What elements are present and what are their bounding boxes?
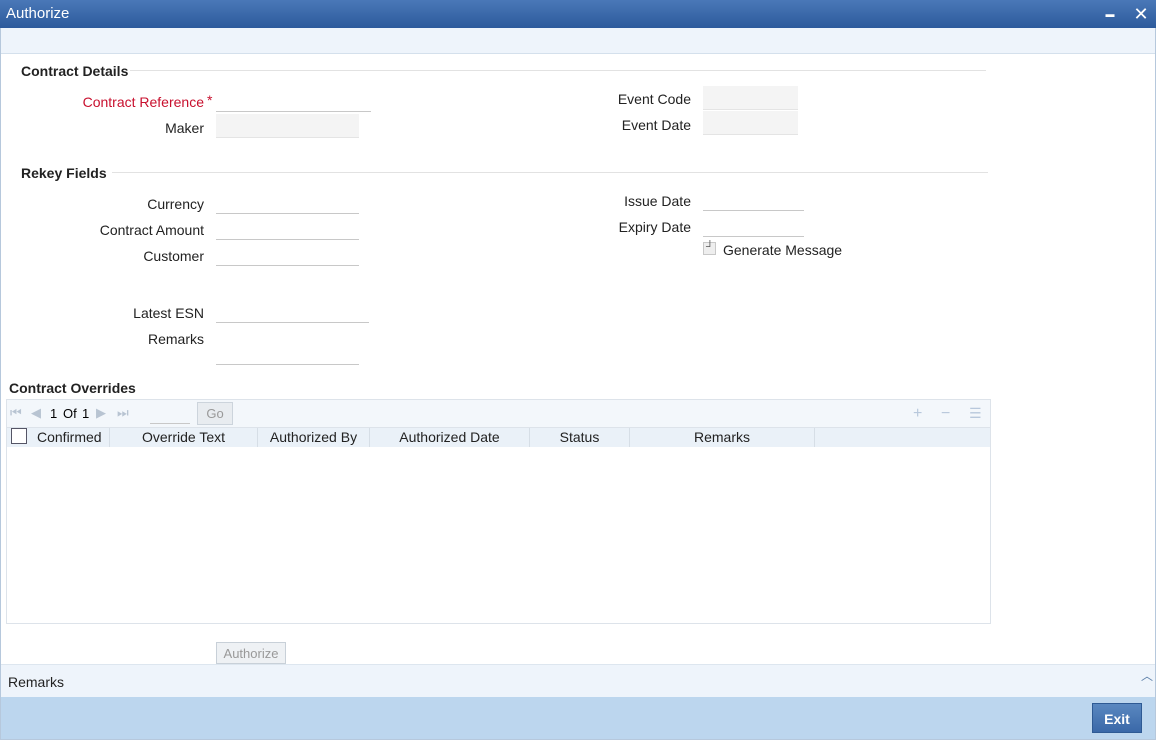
rekey-fields-title: Rekey Fields — [21, 165, 107, 181]
column-header-override-text[interactable]: Override Text — [110, 428, 258, 447]
exit-button[interactable]: Exit — [1092, 703, 1142, 733]
close-button[interactable]: ✕ — [1131, 4, 1151, 24]
customer-label: Customer — [143, 248, 204, 264]
next-page-icon[interactable]: ▶ — [96, 405, 106, 421]
section-divider — [112, 172, 988, 173]
remarks-bar-label[interactable]: Remarks — [8, 674, 64, 690]
column-header-confirmed[interactable]: Confirmed — [30, 428, 110, 447]
contract-amount-input[interactable] — [216, 216, 359, 240]
section-divider — [130, 70, 986, 71]
contract-reference-label: Contract Reference — [82, 94, 204, 110]
event-code-input — [703, 86, 798, 110]
expiry-date-label: Expiry Date — [618, 219, 691, 235]
go-button[interactable]: Go — [197, 402, 233, 425]
minimize-button[interactable]: ▬ — [1100, 4, 1120, 24]
column-header-remarks[interactable]: Remarks — [630, 428, 815, 447]
close-icon: ✕ — [1133, 4, 1149, 24]
maker-label: Maker — [165, 120, 204, 136]
contract-amount-label: Contract Amount — [99, 222, 204, 238]
authorize-button[interactable]: Authorize — [216, 642, 286, 664]
expiry-date-input[interactable] — [703, 213, 804, 237]
generate-message-label: Generate Message — [723, 242, 843, 258]
event-code-label: Event Code — [617, 91, 691, 107]
column-header-authorized-date[interactable]: Authorized Date — [370, 428, 530, 447]
remarks-field-label: Remarks — [147, 331, 204, 347]
single-view-icon[interactable]: ☰ — [969, 405, 982, 422]
page-number-input[interactable] — [150, 402, 190, 424]
required-marker: * — [207, 92, 213, 108]
maker-input — [216, 114, 359, 138]
add-row-icon[interactable]: + — [913, 405, 922, 423]
latest-esn-label: Latest ESN — [133, 305, 204, 321]
event-date-label: Event Date — [621, 117, 691, 133]
prev-page-icon[interactable]: ◀ — [31, 405, 41, 421]
chevron-up-icon[interactable]: ︿ — [1141, 667, 1153, 684]
contract-details-title: Contract Details — [21, 63, 129, 79]
page-current: 1 — [50, 406, 58, 421]
remarks-input[interactable] — [216, 341, 359, 365]
generate-message-checkbox[interactable]: ┘ — [703, 241, 716, 255]
contract-reference-input[interactable] — [216, 88, 371, 112]
remarks-bar — [1, 664, 1155, 697]
column-header-authorized-by[interactable]: Authorized By — [258, 428, 370, 447]
currency-label: Currency — [147, 196, 204, 212]
customer-input[interactable] — [216, 242, 359, 266]
column-header-status[interactable]: Status — [530, 428, 630, 447]
contract-overrides-title: Contract Overrides — [9, 380, 136, 396]
select-all-checkbox[interactable] — [11, 428, 27, 444]
first-page-icon[interactable]: ⏮ — [10, 405, 22, 421]
window-title: Authorize — [6, 5, 70, 22]
delete-row-icon[interactable]: − — [941, 405, 950, 423]
issue-date-input[interactable] — [703, 187, 804, 211]
event-date-input — [703, 111, 798, 135]
issue-date-label: Issue Date — [624, 193, 691, 209]
minimize-icon: ▬ — [1105, 9, 1115, 19]
currency-input[interactable] — [216, 190, 359, 214]
page-total: 1 — [82, 406, 90, 421]
footer-bar — [1, 697, 1155, 739]
sub-header-bar — [1, 28, 1155, 54]
title-bar — [0, 0, 1156, 28]
latest-esn-input[interactable] — [216, 299, 369, 323]
page-of-label: Of — [63, 406, 77, 421]
last-page-icon[interactable]: ⏭ — [117, 405, 129, 421]
